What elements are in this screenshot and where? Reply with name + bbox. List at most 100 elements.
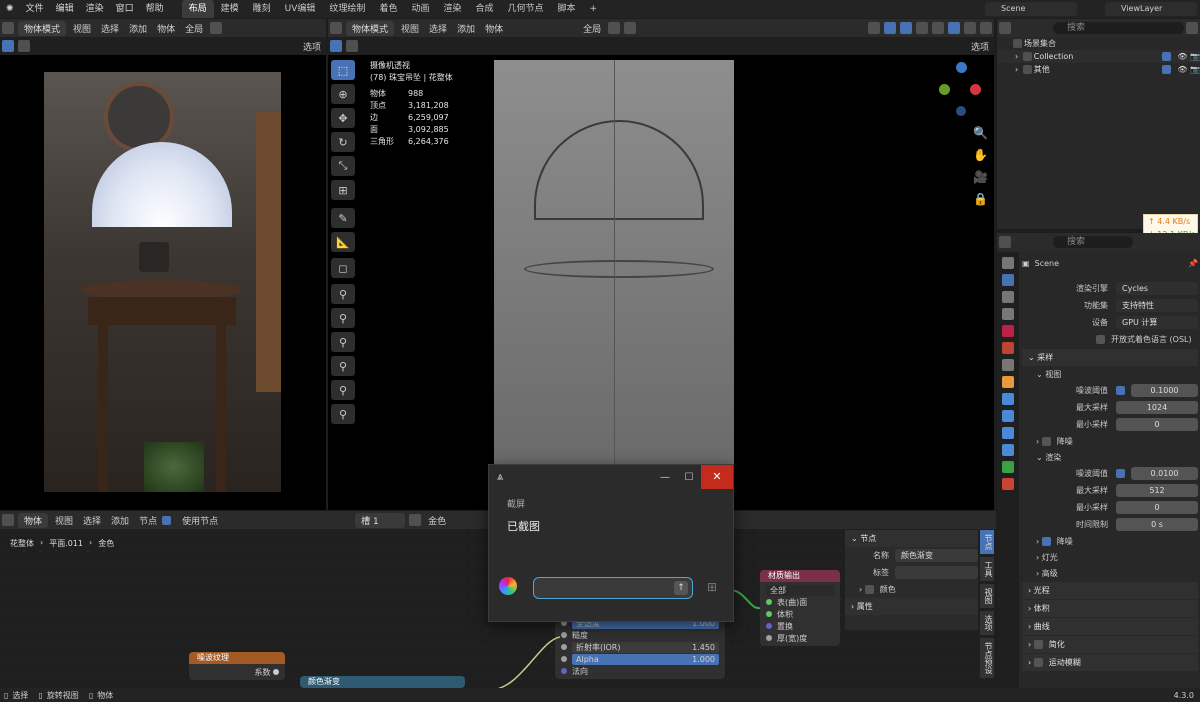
vtab-options[interactable]: 选项 bbox=[980, 611, 994, 635]
send-icon[interactable]: ↑ bbox=[674, 581, 688, 595]
tool-tab-icon[interactable] bbox=[1002, 257, 1014, 269]
r-max-field[interactable]: 512 bbox=[1116, 484, 1198, 497]
material-tab-icon[interactable] bbox=[1002, 478, 1014, 490]
eye-icon[interactable]: 👁 bbox=[1177, 52, 1187, 61]
feature-set-dropdown[interactable]: 支持特性 bbox=[1116, 299, 1198, 312]
screenshot-dialog: ⩓ — ☐ ✕ 截屏 已截图 ↑ ⊞ bbox=[488, 464, 734, 622]
simplify-checkbox[interactable] bbox=[1033, 640, 1043, 649]
roughness-link bbox=[489, 636, 561, 691]
world-tab-icon[interactable] bbox=[1002, 342, 1014, 354]
collection-checkbox[interactable] bbox=[1162, 52, 1172, 61]
sampling-section[interactable]: ⌄ 采样 bbox=[1022, 349, 1198, 366]
motion-blur-checkbox[interactable] bbox=[1033, 658, 1043, 667]
outliner-root[interactable]: 场景集合 bbox=[997, 37, 1200, 50]
r-noise-checkbox[interactable] bbox=[1116, 469, 1125, 478]
outliner-header: 搜索 bbox=[997, 19, 1200, 37]
vp-noise-field[interactable]: 0.1000 bbox=[1131, 384, 1198, 397]
vp-min-row: 最小采样 0 bbox=[1022, 416, 1198, 433]
render-subsection[interactable]: ⌄ 渲染 bbox=[1022, 449, 1198, 465]
filter-icon[interactable] bbox=[1186, 22, 1198, 34]
scene-tab-icon[interactable] bbox=[1002, 325, 1014, 337]
dialog-input[interactable]: ↑ bbox=[533, 577, 693, 599]
r-min-field[interactable]: 0 bbox=[1116, 501, 1198, 514]
node-properties-section[interactable]: › 属性 bbox=[845, 598, 978, 615]
vp-noise-checkbox[interactable] bbox=[1116, 386, 1125, 395]
outliner-type-icon[interactable] bbox=[999, 22, 1011, 34]
mouse-left-icon: ▯ bbox=[4, 690, 9, 700]
dialog-titlebar: ⩓ — ☐ ✕ bbox=[489, 465, 733, 489]
advanced-subsection[interactable]: › 高级 bbox=[1022, 565, 1198, 581]
outliner-item-collection[interactable]: › Collection 👁 📷 bbox=[997, 50, 1200, 63]
light-paths-section[interactable]: › 光程 bbox=[1022, 582, 1198, 599]
vp-min-field[interactable]: 0 bbox=[1116, 418, 1198, 431]
app-logo-icon: ⩓ bbox=[497, 470, 504, 483]
close-icon[interactable]: ✕ bbox=[701, 465, 733, 489]
object-tab-icon[interactable] bbox=[1002, 376, 1014, 388]
expand-icon[interactable]: › bbox=[1015, 65, 1018, 74]
vp-max-field[interactable]: 1024 bbox=[1116, 401, 1198, 414]
r-min-row: 最小采样 0 bbox=[1022, 499, 1198, 516]
node-name-field[interactable]: 颜色渐变 bbox=[895, 549, 978, 562]
outliner-search-input[interactable]: 搜索 bbox=[1053, 22, 1184, 34]
output-tab-icon[interactable] bbox=[1002, 291, 1014, 303]
r-denoise-subsection[interactable]: › 降噪 bbox=[1022, 533, 1198, 549]
node-color-subsection[interactable]: › 颜色 bbox=[845, 581, 978, 597]
r-denoise-checkbox[interactable] bbox=[1041, 536, 1051, 546]
r-noise-field[interactable]: 0.0100 bbox=[1131, 467, 1198, 480]
device-dropdown[interactable]: GPU 计算 bbox=[1116, 316, 1198, 329]
lights-subsection[interactable]: › 灯光 bbox=[1022, 549, 1198, 565]
vp-denoise-subsection[interactable]: › 降噪 bbox=[1022, 433, 1198, 449]
status-rotate: 旋转视图 bbox=[46, 690, 79, 700]
render-properties: ▣ Scene 📌 渲染引擎 Cycles 功能集 支持特性 设备 GPU 计算 开放式… bbox=[1022, 255, 1198, 671]
view-layer-selector[interactable]: ViewLayer bbox=[1105, 2, 1197, 16]
eye-icon[interactable]: 👁 bbox=[1177, 65, 1187, 74]
modifier-tab-icon[interactable] bbox=[1002, 393, 1014, 405]
volumes-section[interactable]: › 体积 bbox=[1022, 600, 1198, 617]
expand-icon[interactable]: › bbox=[1015, 52, 1018, 61]
osl-row: 开放式着色语言 (OSL) bbox=[1022, 331, 1198, 348]
vtab-tool[interactable]: 工具 bbox=[980, 557, 994, 581]
mouse-middle-icon: ▯ bbox=[38, 690, 43, 700]
r-time-field[interactable]: 0 s bbox=[1116, 518, 1198, 531]
collection-tab-icon[interactable] bbox=[1002, 359, 1014, 371]
view-layer-name: ViewLayer bbox=[1121, 4, 1163, 13]
r-time-row: 时间限制 0 s bbox=[1022, 516, 1198, 533]
properties-search-input[interactable]: 搜索 bbox=[1053, 236, 1133, 248]
vtab-node[interactable]: 节点 bbox=[980, 530, 994, 554]
render-tab-icon[interactable] bbox=[1002, 274, 1014, 286]
properties-type-icon[interactable] bbox=[999, 236, 1011, 248]
vp-denoise-checkbox[interactable] bbox=[1041, 436, 1051, 446]
view-layer-tab-icon[interactable] bbox=[1002, 308, 1014, 320]
data-tab-icon[interactable] bbox=[1002, 461, 1014, 473]
grid-menu-icon[interactable]: ⊞ bbox=[707, 580, 717, 594]
camera-render-icon[interactable]: 📷 bbox=[1190, 52, 1200, 61]
pin-icon[interactable]: 📌 bbox=[1188, 259, 1198, 268]
camera-render-icon[interactable]: 📷 bbox=[1190, 65, 1200, 74]
vp-max-row: 最大采样 1024 bbox=[1022, 399, 1198, 416]
particles-tab-icon[interactable] bbox=[1002, 410, 1014, 422]
vtab-view[interactable]: 视图 bbox=[980, 584, 994, 608]
simplify-section[interactable]: › 简化 bbox=[1022, 636, 1198, 653]
outliner-panel: 搜索 场景集合 › Collection 👁 📷 › 其他 👁 📷 bbox=[997, 19, 1200, 229]
node-color-checkbox[interactable] bbox=[864, 584, 874, 594]
scene-selector[interactable]: Scene bbox=[985, 2, 1077, 16]
motion-blur-section[interactable]: › 运动模糊 bbox=[1022, 654, 1198, 671]
constraints-tab-icon[interactable] bbox=[1002, 444, 1014, 456]
assistant-orb-icon[interactable] bbox=[499, 577, 517, 595]
node-label-field[interactable] bbox=[895, 566, 978, 579]
physics-tab-icon[interactable] bbox=[1002, 427, 1014, 439]
viewport-subsection[interactable]: ⌄ 视图 bbox=[1022, 366, 1198, 382]
render-engine-dropdown[interactable]: Cycles bbox=[1116, 282, 1198, 295]
curves-section[interactable]: › 曲线 bbox=[1022, 618, 1198, 635]
vp-noise-row: 噪波阈值 0.1000 bbox=[1022, 382, 1198, 399]
vtab-node-presets[interactable]: 节点预设 bbox=[980, 638, 994, 678]
maximize-icon[interactable]: ☐ bbox=[677, 472, 701, 483]
node-section[interactable]: ⌄ 节点 bbox=[845, 530, 978, 547]
status-bar: ▯ 选择 ▯ 旋转视图 ▯ 物体 4.3.0 bbox=[0, 688, 1200, 702]
properties-tab-column bbox=[997, 252, 1019, 688]
osl-checkbox[interactable] bbox=[1096, 335, 1105, 344]
other-checkbox[interactable] bbox=[1162, 65, 1172, 74]
scene-icon: ▣ bbox=[1022, 259, 1030, 268]
outliner-item-other[interactable]: › 其他 👁 📷 bbox=[997, 63, 1200, 76]
minimize-icon[interactable]: — bbox=[653, 472, 677, 483]
